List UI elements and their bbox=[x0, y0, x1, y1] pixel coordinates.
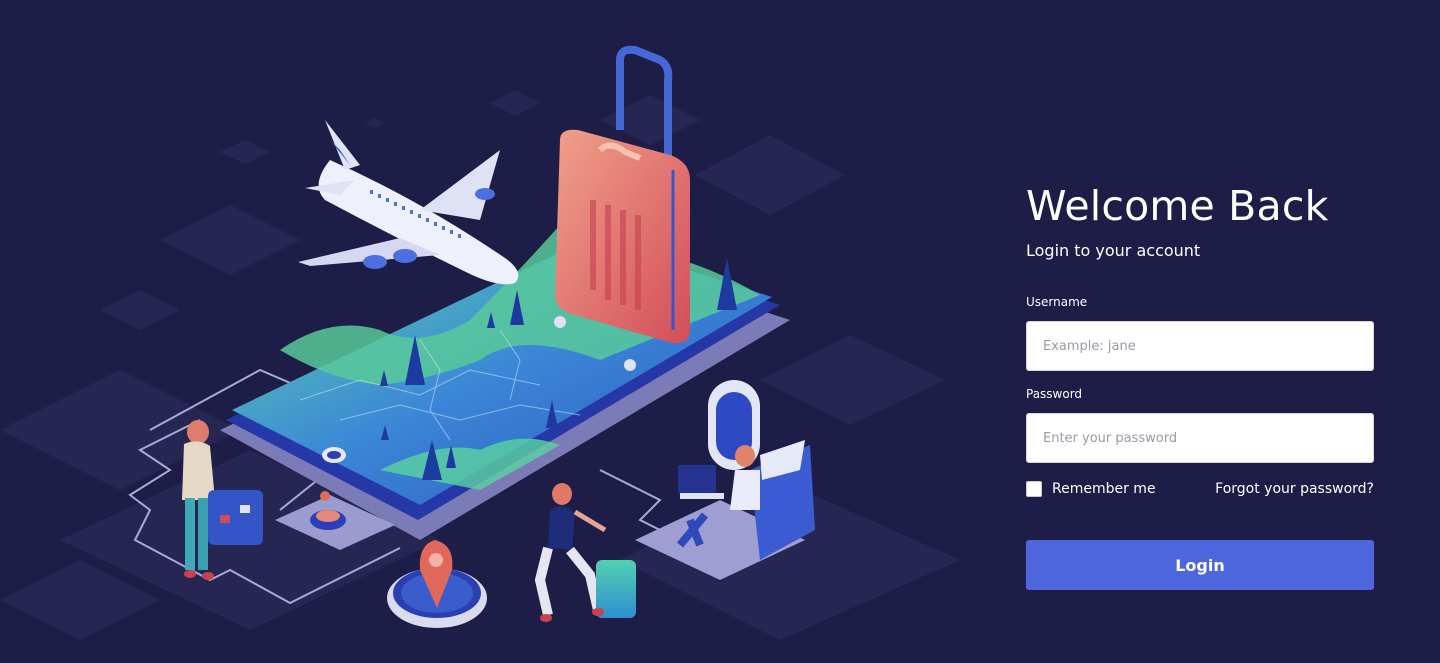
password-label: Password bbox=[1026, 387, 1083, 401]
username-input[interactable] bbox=[1026, 321, 1374, 371]
hero-illustration bbox=[0, 0, 990, 663]
remember-me-checkbox[interactable] bbox=[1026, 481, 1042, 497]
login-options-row: Remember me Forgot your password? bbox=[1026, 479, 1374, 499]
forgot-password-link[interactable]: Forgot your password? bbox=[1215, 481, 1374, 497]
page-title: Welcome Back bbox=[1026, 182, 1329, 230]
airplane-icon bbox=[298, 120, 519, 285]
login-button[interactable]: Login bbox=[1026, 540, 1374, 590]
page-subtitle: Login to your account bbox=[1026, 241, 1201, 260]
login-panel: Welcome Back Login to your account Usern… bbox=[1026, 180, 1374, 590]
remember-me-label[interactable]: Remember me bbox=[1052, 481, 1156, 497]
remember-me[interactable]: Remember me bbox=[1026, 481, 1156, 497]
travel-illustration bbox=[0, 45, 960, 640]
runner-icon bbox=[534, 483, 636, 622]
username-label: Username bbox=[1026, 295, 1088, 309]
password-input[interactable] bbox=[1026, 413, 1374, 463]
